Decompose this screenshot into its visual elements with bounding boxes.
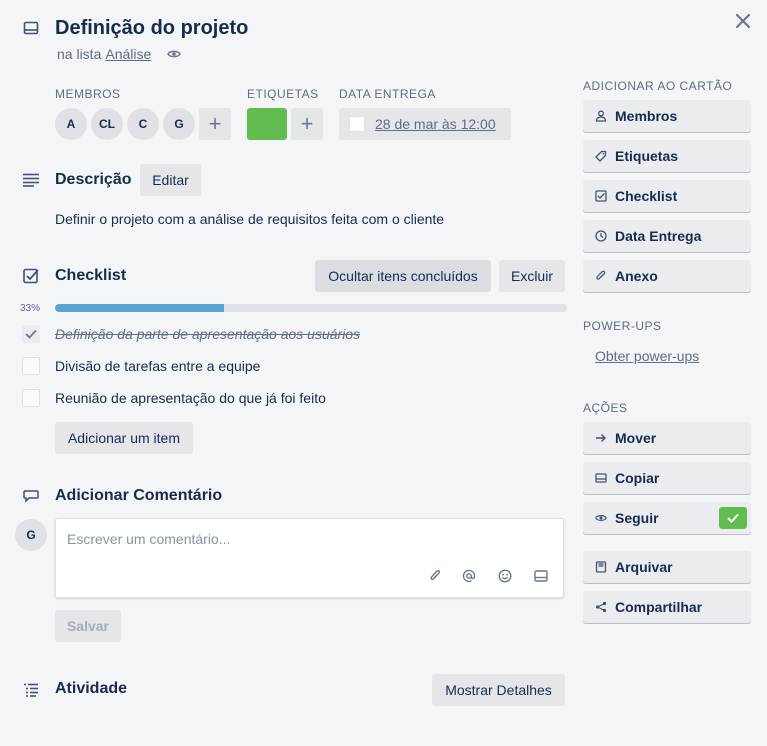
sidebar-due-date-button[interactable]: Data Entrega (583, 220, 751, 252)
list-reference: na lista Análise (57, 46, 182, 62)
clock-icon (595, 230, 607, 242)
hide-completed-button[interactable]: Ocultar itens concluídos (315, 260, 491, 292)
close-icon[interactable] (731, 9, 755, 33)
sidebar-button-label: Mover (615, 430, 657, 446)
emoji-icon[interactable] (496, 567, 514, 585)
list-link[interactable]: Análise (105, 46, 151, 62)
checklist-item-text[interactable]: Reunião de apresentação do que já foi fe… (55, 389, 326, 407)
save-comment-button[interactable]: Salvar (55, 610, 121, 642)
checkbox-icon (595, 190, 607, 202)
paperclip-icon (595, 270, 607, 282)
sidebar-copy-button[interactable]: Copiar (583, 462, 751, 494)
due-complete-checkbox[interactable] (349, 116, 365, 132)
sidebar-follow-button[interactable]: Seguir (583, 502, 751, 534)
comment-placeholder: Escrever um comentário... (67, 531, 231, 547)
sidebar-button-label: Copiar (615, 470, 660, 486)
checklist-progress-fill (55, 304, 224, 312)
sidebar-button-label: Etiquetas (615, 148, 679, 164)
description-icon (22, 171, 40, 189)
card-title[interactable]: Definição do projeto (55, 15, 248, 41)
archive-icon (595, 561, 607, 573)
actions-label: AÇÕES (583, 401, 628, 415)
show-details-button[interactable]: Mostrar Detalhes (432, 674, 565, 706)
description-heading: Descrição (55, 171, 132, 188)
add-to-card-label: ADICIONAR AO CARTÃO (583, 79, 733, 93)
card-copy-icon (595, 472, 607, 484)
share-icon (595, 601, 607, 613)
sidebar-button-label: Compartilhar (615, 599, 703, 615)
labels-label: ETIQUETAS (247, 87, 319, 101)
sidebar-button-label: Seguir (615, 510, 659, 526)
sidebar-checklist-button[interactable]: Checklist (583, 180, 751, 212)
tag-icon (595, 150, 607, 162)
arrow-right-icon (595, 432, 607, 444)
sidebar-labels-button[interactable]: Etiquetas (583, 140, 751, 172)
member-avatar[interactable]: A (55, 108, 87, 140)
following-check-icon (719, 507, 747, 529)
sidebar-move-button[interactable]: Mover (583, 422, 751, 454)
sidebar-share-button[interactable]: Compartilhar (583, 591, 751, 623)
member-avatar[interactable]: CL (91, 108, 123, 140)
description-text[interactable]: Definir o projeto com a análise de requi… (55, 210, 444, 228)
checklist-progress-percent: 33% (20, 303, 41, 314)
sidebar-button-label: Anexo (615, 268, 658, 284)
activity-heading: Atividade (55, 680, 128, 697)
card-link-icon[interactable] (532, 567, 550, 585)
comment-icon (22, 487, 40, 505)
checklist-item-checkbox[interactable] (22, 357, 40, 375)
due-date-label: DATA ENTREGA (339, 87, 436, 101)
checklist-icon (22, 267, 40, 285)
label-chip-green[interactable] (247, 108, 287, 140)
members-label: MEMBROS (55, 87, 121, 101)
add-label-button[interactable]: + (291, 108, 323, 140)
checklist-heading[interactable]: Checklist (55, 266, 126, 286)
delete-checklist-button[interactable]: Excluir (499, 260, 565, 292)
checklist-item-text[interactable]: Divisão de tarefas entre a equipe (55, 357, 260, 375)
current-user-avatar[interactable]: G (15, 519, 47, 551)
member-avatar[interactable]: C (127, 108, 159, 140)
checklist-item-checkbox[interactable] (22, 325, 40, 343)
due-date-badge[interactable]: 28 de mar às 12:00 (339, 108, 511, 140)
checklist-item-text[interactable]: Definição da parte de apresentação aos u… (55, 325, 360, 343)
in-list-prefix: na lista (57, 46, 102, 62)
sidebar-button-label: Data Entrega (615, 228, 702, 244)
sidebar-button-label: Checklist (615, 188, 678, 204)
add-member-button[interactable]: + (199, 108, 231, 140)
eye-icon (595, 512, 607, 524)
activity-icon (22, 681, 40, 699)
sidebar-button-label: Membros (615, 108, 678, 124)
sidebar-button-label: Arquivar (615, 559, 673, 575)
add-comment-heading: Adicionar Comentário (55, 487, 223, 504)
sidebar-attachment-button[interactable]: Anexo (583, 260, 751, 292)
watch-eye-icon (167, 49, 182, 59)
checklist-progress-bar (55, 304, 567, 312)
add-checklist-item-button[interactable]: Adicionar um item (55, 422, 193, 454)
checklist-item-checkbox[interactable] (22, 389, 40, 407)
due-date-value[interactable]: 28 de mar às 12:00 (375, 116, 496, 132)
powerups-label: POWER-UPS (583, 319, 662, 333)
mention-icon[interactable] (460, 567, 478, 585)
sidebar-archive-button[interactable]: Arquivar (583, 551, 751, 583)
person-icon (595, 110, 607, 122)
comment-input[interactable]: Escrever um comentário... (55, 518, 564, 598)
card-icon (22, 19, 40, 37)
edit-description-button[interactable]: Editar (140, 164, 201, 196)
get-powerups-link[interactable]: Obter power-ups (595, 348, 699, 364)
member-avatar[interactable]: G (163, 108, 195, 140)
sidebar-members-button[interactable]: Membros (583, 100, 751, 132)
attachment-icon[interactable] (426, 567, 444, 585)
